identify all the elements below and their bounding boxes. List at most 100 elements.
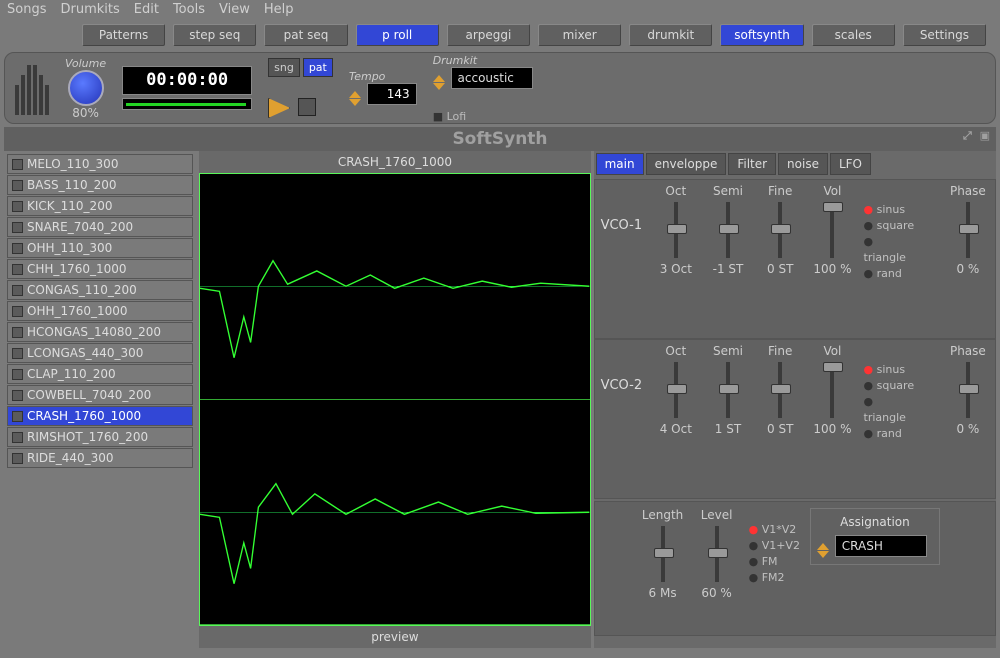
vco-2-wave-radios[interactable]: sinussquaretrianglerand [864, 344, 917, 442]
sng-toggle[interactable]: sng [268, 58, 300, 77]
patch-checkbox[interactable] [12, 348, 23, 359]
stop-button[interactable] [298, 98, 316, 116]
patch-checkbox[interactable] [12, 222, 23, 233]
patch-checkbox[interactable] [12, 264, 23, 275]
patch-row[interactable]: COWBELL_7040_200 [7, 385, 193, 405]
patch-row[interactable]: RIDE_440_300 [7, 448, 193, 468]
vco-1-fine-slider[interactable] [778, 202, 782, 258]
patch-row[interactable]: SNARE_7040_200 [7, 217, 193, 237]
drumkit-spinner[interactable] [433, 75, 445, 90]
tempo-value[interactable]: 143 [367, 83, 417, 105]
patch-row[interactable]: LCONGAS_440_300 [7, 343, 193, 363]
patch-row[interactable]: HCONGAS_14080_200 [7, 322, 193, 342]
patch-checkbox[interactable] [12, 453, 23, 464]
patch-checkbox[interactable] [12, 243, 23, 254]
view-tab-softsynth[interactable]: softsynth [720, 24, 803, 46]
patch-checkbox[interactable] [12, 327, 23, 338]
menu-tools[interactable]: Tools [173, 2, 205, 16]
waveform-area [199, 173, 590, 626]
patch-checkbox[interactable] [12, 390, 23, 401]
vco-1-vol-slider[interactable] [830, 202, 834, 258]
patch-row[interactable]: OHH_1760_1000 [7, 301, 193, 321]
preview-button[interactable]: preview [199, 626, 590, 648]
mix-mode-radios[interactable]: V1*V2V1+V2FMFM2 [749, 508, 800, 586]
patch-checkbox[interactable] [12, 159, 23, 170]
window-buttons[interactable]: ⤢ ▣ [963, 129, 992, 143]
patch-row[interactable]: CHH_1760_1000 [7, 259, 193, 279]
vco-2-phase-value: 0 % [956, 422, 979, 436]
patch-label: RIDE_440_300 [27, 451, 114, 465]
view-tab-scales[interactable]: scales [812, 24, 895, 46]
patch-row[interactable]: BASS_110_200 [7, 175, 193, 195]
patch-checkbox[interactable] [12, 369, 23, 380]
pat-toggle[interactable]: pat [303, 58, 333, 77]
vco-1-block: VCO-1Oct3 OctSemi-1 STFine0 STVol100 %si… [594, 179, 996, 339]
vco-2-fine-value: 0 ST [767, 422, 793, 436]
patch-checkbox[interactable] [12, 432, 23, 443]
patch-checkbox[interactable] [12, 201, 23, 212]
assign-value[interactable]: CRASH [835, 535, 927, 557]
patch-checkbox[interactable] [12, 306, 23, 317]
view-tab-Settings[interactable]: Settings [903, 24, 986, 46]
menu-help[interactable]: Help [264, 2, 294, 16]
menu-drumkits[interactable]: Drumkits [60, 2, 119, 16]
view-tab-p-roll[interactable]: p roll [356, 24, 439, 46]
play-button[interactable] [268, 98, 290, 118]
vco-2-vol-slider[interactable] [830, 362, 834, 418]
assign-spinner[interactable] [817, 543, 829, 558]
view-tab-mixer[interactable]: mixer [538, 24, 621, 46]
vco-2-semi-slider[interactable] [726, 362, 730, 418]
volume-knob[interactable] [68, 70, 104, 106]
view-tab-drumkit[interactable]: drumkit [629, 24, 712, 46]
vco-2-phase-slider[interactable] [966, 362, 970, 418]
vu-meter [15, 61, 49, 115]
patch-row[interactable]: CRASH_1760_1000 [7, 406, 193, 426]
vco-1-phase-value: 0 % [956, 262, 979, 276]
semi-label: Semi [713, 344, 743, 358]
patch-row[interactable]: CLAP_110_200 [7, 364, 193, 384]
vco-2-vol-value: 100 % [813, 422, 851, 436]
synth-tab-noise[interactable]: noise [778, 153, 828, 175]
drumkit-value[interactable]: accoustic [451, 67, 533, 89]
tempo-label: Tempo [349, 70, 417, 83]
phase-label: Phase [950, 344, 986, 358]
patch-label: OHH_1760_1000 [27, 304, 128, 318]
patch-row[interactable]: MELO_110_300 [7, 154, 193, 174]
view-tab-pat-seq[interactable]: pat seq [264, 24, 347, 46]
patch-row[interactable]: RIMSHOT_1760_200 [7, 427, 193, 447]
vco-1-semi-slider[interactable] [726, 202, 730, 258]
vco-1-oct-slider[interactable] [674, 202, 678, 258]
synth-tab-lfo[interactable]: LFO [830, 153, 871, 175]
menu-edit[interactable]: Edit [134, 2, 159, 16]
vco-2-oct-slider[interactable] [674, 362, 678, 418]
lofi-checkbox[interactable]: Lofi [433, 110, 533, 123]
level-slider[interactable] [715, 526, 719, 582]
menu-songs[interactable]: Songs [7, 2, 46, 16]
view-tab-step-seq[interactable]: step seq [173, 24, 256, 46]
patch-row[interactable]: CONGAS_110_200 [7, 280, 193, 300]
synth-tab-filter[interactable]: Filter [728, 153, 776, 175]
patch-row[interactable]: OHH_110_300 [7, 238, 193, 258]
fine-label: Fine [768, 184, 792, 198]
progress-bar[interactable] [122, 98, 252, 110]
vco-2-fine-slider[interactable] [778, 362, 782, 418]
vco-2-label: VCO-2 [601, 344, 645, 393]
patch-row[interactable]: KICK_110_200 [7, 196, 193, 216]
patch-label: SNARE_7040_200 [27, 220, 133, 234]
menu-view[interactable]: View [219, 2, 250, 16]
patch-checkbox[interactable] [12, 285, 23, 296]
patch-checkbox[interactable] [12, 411, 23, 422]
patch-label: CLAP_110_200 [27, 367, 116, 381]
vco-1-wave-radios[interactable]: sinussquaretrianglerand [864, 184, 917, 282]
patch-label: COWBELL_7040_200 [27, 388, 151, 402]
patch-checkbox[interactable] [12, 180, 23, 191]
view-tab-arpeggi[interactable]: arpeggi [447, 24, 530, 46]
vco-1-semi-value: -1 ST [713, 262, 744, 276]
view-tab-Patterns[interactable]: Patterns [82, 24, 165, 46]
tempo-spinner[interactable] [349, 91, 361, 106]
length-slider[interactable] [661, 526, 665, 582]
assignation-box: Assignation CRASH [810, 508, 940, 565]
synth-tab-main[interactable]: main [596, 153, 644, 175]
synth-tab-enveloppe[interactable]: enveloppe [646, 153, 727, 175]
vco-1-phase-slider[interactable] [966, 202, 970, 258]
